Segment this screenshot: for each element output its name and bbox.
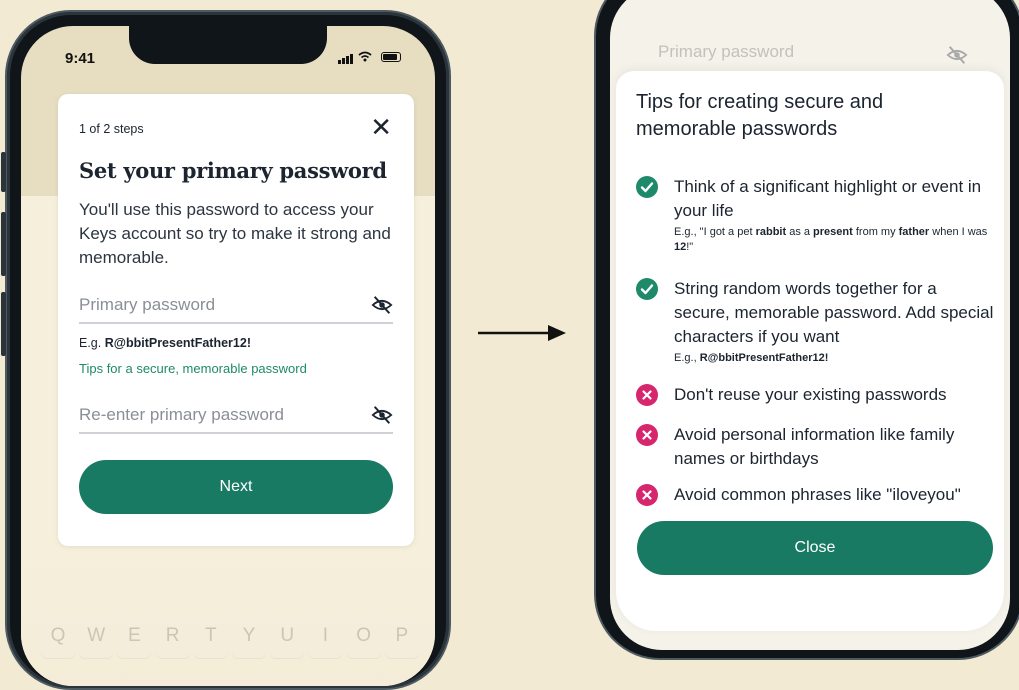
primary-password-input[interactable] <box>79 290 349 320</box>
example-text: E.g., <box>674 352 700 364</box>
reenter-password-field <box>79 400 393 434</box>
arrow-right-icon <box>478 325 566 341</box>
password-example: E.g. R@bbitPresentFather12! <box>79 336 251 350</box>
status-icons <box>337 48 401 65</box>
eye-slash-icon[interactable] <box>371 294 393 316</box>
right-phone-frame: Primary password Tips for creating secur… <box>594 0 1019 660</box>
tips-title: Tips for creating secure and memorable p… <box>636 91 884 140</box>
x-circle-icon <box>636 384 658 406</box>
wifi-icon <box>358 48 377 63</box>
example-value: R@bbitPresentFather12! <box>104 336 251 350</box>
phone-side-button <box>1 152 6 192</box>
example-text: from my <box>852 226 899 238</box>
example-emphasis: 12 <box>674 241 687 253</box>
tip-example: E.g., "I got a pet rabbit as a present f… <box>674 225 996 255</box>
x-circle-icon <box>636 424 658 446</box>
tip-text: Avoid common phrases like "iloveyou" <box>674 485 961 504</box>
keyboard-fade <box>21 546 435 686</box>
example-text: as a <box>786 226 814 238</box>
tips-sheet: Tips for creating secure and memorable p… <box>616 71 1004 631</box>
example-emphasis: rabbit <box>755 226 787 238</box>
example-emphasis: present <box>813 226 853 238</box>
eye-slash-icon[interactable] <box>371 404 393 426</box>
phone-side-button <box>1 292 6 356</box>
tip-text: String random words together for a secur… <box>674 279 994 346</box>
background-field-placeholder: Primary password <box>658 42 795 61</box>
password-card: 1 of 2 steps ✕ Set your primary password… <box>58 94 414 546</box>
close-button[interactable]: Close <box>637 521 993 575</box>
left-phone-frame: 9:41 1 of 2 steps ✕ Set your primary pas… <box>1 10 451 690</box>
eye-slash-icon <box>946 46 968 64</box>
tips-link[interactable]: Tips for a secure, memorable password <box>79 361 307 376</box>
battery-icon <box>381 51 401 62</box>
tip-text: Don't reuse your existing passwords <box>674 385 947 404</box>
example-prefix: E.g. <box>79 336 102 350</box>
check-circle-icon <box>636 176 658 198</box>
tip-text: Think of a significant highlight or even… <box>674 177 982 220</box>
check-circle-icon <box>636 278 658 300</box>
card-description: You'll use this password to access your … <box>79 200 391 267</box>
tip-example: E.g., R@bbitPresentFather12! <box>674 351 996 366</box>
example-text: E.g., "I got a pet <box>674 226 756 238</box>
page-title: Set your primary password <box>79 158 387 183</box>
left-screen: 9:41 1 of 2 steps ✕ Set your primary pas… <box>21 26 435 686</box>
phone-notch <box>129 26 327 64</box>
example-emphasis: R@bbitPresentFather12! <box>699 352 829 364</box>
signal-icon <box>337 49 354 65</box>
example-text: when I was <box>929 226 988 238</box>
reenter-password-input[interactable] <box>79 400 349 430</box>
status-time: 9:41 <box>65 50 96 67</box>
primary-password-field <box>79 290 393 324</box>
tip-text: Avoid personal information like family n… <box>674 425 955 468</box>
next-button[interactable]: Next <box>79 460 393 514</box>
x-circle-icon <box>636 484 658 506</box>
phone-side-button <box>1 212 6 276</box>
step-indicator: 1 of 2 steps <box>79 122 144 136</box>
right-screen: Primary password Tips for creating secur… <box>610 0 1010 650</box>
example-emphasis: father <box>898 226 930 238</box>
example-text: !" <box>686 241 694 253</box>
close-icon[interactable]: ✕ <box>370 114 392 140</box>
